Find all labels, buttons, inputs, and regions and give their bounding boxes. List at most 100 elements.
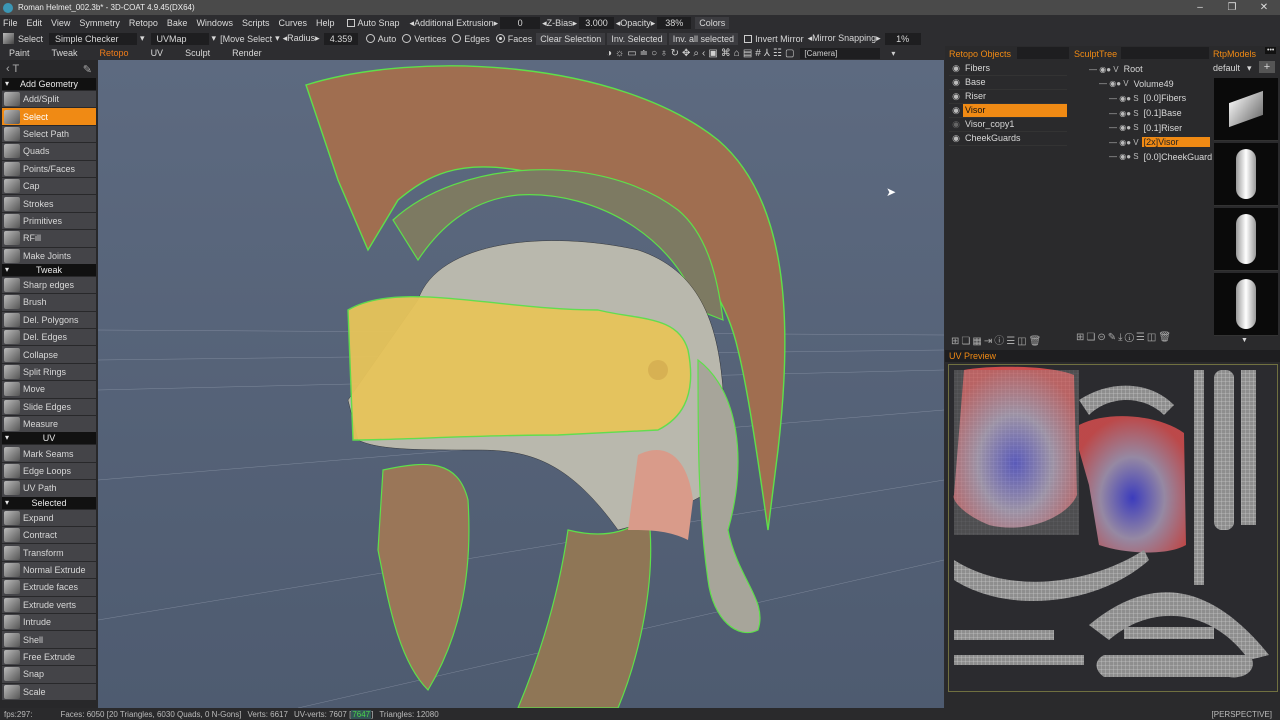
tool-extrude-faces[interactable]: Extrude faces [2, 579, 96, 596]
add-model-button[interactable]: + [1259, 61, 1275, 73]
menu-edit[interactable]: Edit [27, 18, 43, 28]
tool-free-extrude[interactable]: Free Extrude [2, 648, 96, 666]
text-tool-icon[interactable]: ‹ T [6, 63, 19, 75]
tab-render[interactable]: Render [232, 48, 262, 58]
close-button[interactable]: ✕ [1248, 0, 1280, 15]
retopo-object-row[interactable]: ◉ Visor [949, 104, 1067, 118]
layer-controls-icon[interactable]: — ◉● V [1109, 138, 1139, 147]
sculpt-tree-row[interactable]: — ◉● S [0.0]Fibers [1075, 91, 1210, 106]
tool-intrude[interactable]: Intrude [2, 613, 96, 631]
tool-section-header[interactable]: Tweak [2, 263, 96, 276]
colors-button[interactable]: Colors [695, 17, 730, 29]
tool-snap[interactable]: Snap [2, 666, 96, 683]
menu-symmetry[interactable]: Symmetry [79, 18, 120, 28]
tab-retopo[interactable]: Retopo [100, 48, 129, 58]
opacity-input[interactable]: 38% [657, 17, 692, 29]
visibility-eye-icon[interactable]: ◉ [949, 105, 963, 116]
tool-cap[interactable]: Cap [2, 177, 96, 195]
tool-collapse[interactable]: Collapse [2, 346, 96, 363]
menu-curves[interactable]: Curves [278, 18, 307, 28]
tool-make-joints[interactable]: Make Joints [2, 247, 96, 264]
rotate-icon[interactable]: ↻ [671, 48, 679, 59]
visibility-eye-icon[interactable]: ◉ [949, 119, 963, 130]
menu-file[interactable]: File [3, 18, 18, 28]
tool-measure[interactable]: Measure [2, 416, 96, 433]
tool-brush[interactable]: Brush [2, 294, 96, 311]
projection-icon[interactable]: ▤ [743, 48, 752, 59]
tool-split-rings[interactable]: Split Rings [2, 363, 96, 381]
contrast-icon[interactable]: ◑ [606, 48, 612, 59]
uv-preview[interactable] [948, 364, 1278, 692]
tab-uv[interactable]: UV [151, 48, 164, 58]
shader-dropdown[interactable]: Simple Checker [49, 32, 138, 45]
minimize-button[interactable]: – [1184, 0, 1216, 15]
tool-expand[interactable]: Expand [2, 509, 96, 526]
axes-icon[interactable]: ⅄ [764, 48, 770, 59]
mirror-snapping-slider[interactable]: ◂Mirror Snapping▸ [808, 33, 881, 44]
menu-windows[interactable]: Windows [196, 18, 233, 28]
home-icon[interactable]: ⌂ [734, 48, 740, 59]
trash-icon[interactable]: 🗑 [1029, 336, 1044, 347]
tool-select[interactable]: Select [2, 108, 96, 125]
auto-radio[interactable]: Auto [365, 33, 396, 44]
edges-radio[interactable]: Edges [452, 33, 490, 44]
render-frame-icon[interactable]: ▣ [708, 48, 717, 59]
layer-controls-icon[interactable]: — ◉● S [1109, 123, 1139, 132]
gizmo-icon[interactable]: ♁ [660, 48, 668, 59]
model-thumb-ushape[interactable] [1214, 78, 1278, 141]
tool-rfill[interactable]: RFill [2, 230, 96, 247]
inv-selected-button[interactable]: Inv. Selected [607, 32, 667, 45]
tool-transform[interactable]: Transform [2, 544, 96, 561]
info-icon[interactable]: ⓘ [1125, 332, 1136, 343]
minus-icon[interactable]: ⊝ [1097, 332, 1107, 343]
tool-shell[interactable]: Shell [2, 631, 96, 648]
sculpt-tree-row[interactable]: — ◉● V [2x]Visor [1075, 135, 1210, 150]
layer-controls-icon[interactable]: — ◉● V [1089, 65, 1119, 74]
radius-slider[interactable]: ◂Radius▸ [283, 33, 320, 44]
tool-strokes[interactable]: Strokes [2, 195, 96, 212]
tab-paint[interactable]: Paint [9, 48, 30, 58]
retopo-object-row[interactable]: ◉ CheekGuards [949, 132, 1067, 146]
sculpt-tree-row[interactable]: — ◉● V Root [1075, 62, 1210, 77]
screenshot-icon[interactable]: ▢ [785, 48, 794, 59]
z-bias-slider[interactable]: ◂Z-Bias▸ [542, 18, 577, 29]
scroll-down-icon[interactable]: ▼ [1241, 337, 1248, 344]
sculpt-tree-row[interactable]: — ◉● S [0.1]Riser [1075, 120, 1210, 135]
tool-primitives[interactable]: Primitives [2, 212, 96, 230]
additional-extrusion-slider[interactable]: ◂Additional Extrusion▸ [410, 18, 499, 29]
frame-icon[interactable]: ▭ [627, 48, 636, 59]
edit-icon[interactable]: ✎ [1108, 332, 1118, 343]
tool-del-edges[interactable]: Del. Edges [2, 329, 96, 346]
tool-contract[interactable]: Contract [2, 526, 96, 544]
duplicate-icon[interactable]: ❏ [961, 336, 972, 347]
drop-icon[interactable]: ○ [651, 48, 657, 59]
retopo-object-row[interactable]: ◉ Fibers [949, 62, 1067, 76]
tool-del-polygons[interactable]: Del. Polygons [2, 311, 96, 329]
z-bias-input[interactable]: 3.000 [579, 17, 614, 29]
tool-points-faces[interactable]: Points/Faces [2, 160, 96, 177]
tool-add-split[interactable]: Add/Split [2, 91, 96, 108]
menu-bake[interactable]: Bake [167, 18, 188, 28]
retopo-objects-search[interactable] [1017, 47, 1069, 59]
tool-select-path[interactable]: Select Path [2, 125, 96, 143]
retopo-object-row[interactable]: ◉ Riser [949, 90, 1067, 104]
visibility-eye-icon[interactable]: ◉ [949, 63, 963, 74]
tool-extrude-verts[interactable]: Extrude verts [2, 596, 96, 613]
visibility-eye-icon[interactable]: ◉ [949, 133, 963, 144]
layer-controls-icon[interactable]: — ◉● V [1099, 79, 1129, 88]
add-icon[interactable]: ⊞ [1076, 332, 1086, 343]
visibility-eye-icon[interactable]: ◉ [949, 91, 963, 102]
more-options-button[interactable]: ••• [1265, 47, 1277, 54]
grid-icon[interactable]: ▦ [972, 336, 983, 347]
retopo-object-row[interactable]: ◉ Base [949, 76, 1067, 90]
menu-retopo[interactable]: Retopo [129, 18, 158, 28]
radius-input[interactable]: 4.359 [323, 32, 358, 45]
light-icon[interactable]: ☼ [615, 48, 624, 59]
move-select-dropdown[interactable]: [Move Select [220, 34, 272, 44]
tool-section-header[interactable]: Selected [2, 496, 96, 509]
add-icon[interactable]: ⊞ [951, 336, 961, 347]
visibility-eye-icon[interactable]: ◉ [949, 77, 963, 88]
vertices-radio[interactable]: Vertices [402, 33, 446, 44]
file-icon[interactable]: ◫ [1147, 332, 1158, 343]
trash-icon[interactable]: 🗑 [1158, 332, 1173, 343]
